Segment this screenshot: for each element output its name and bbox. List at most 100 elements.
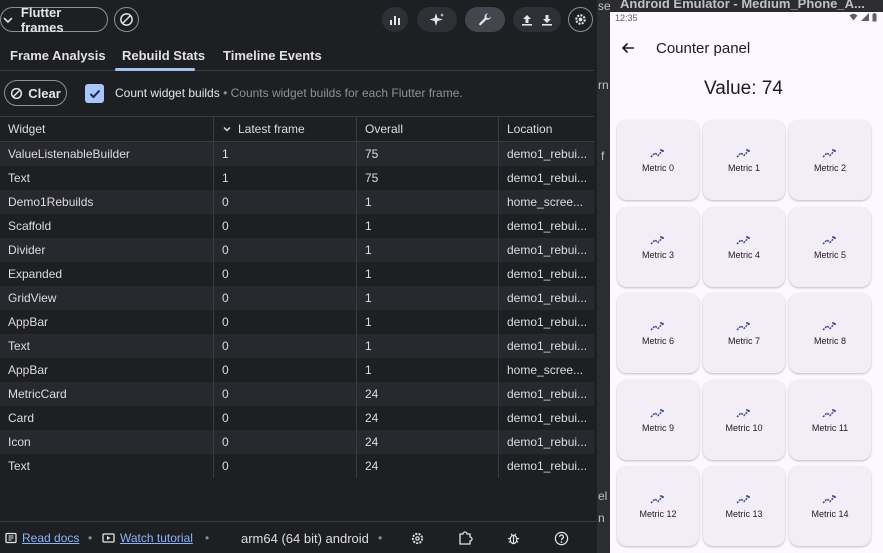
devtools-toolbar: Flutter frames	[0, 0, 597, 38]
flutter-frames-toggle[interactable]: Flutter frames	[0, 5, 108, 35]
metric-label: Metric 13	[725, 509, 763, 519]
table-row[interactable]: Text 1 75 demo1_rebui...	[0, 166, 594, 190]
cell-latest-frame: 0	[213, 406, 356, 430]
block-icon	[11, 87, 23, 99]
table-row[interactable]: Divider 0 1 demo1_rebui...	[0, 238, 594, 262]
header-overall[interactable]: Overall	[356, 117, 498, 141]
trending-up-icon	[822, 408, 836, 418]
metric-card[interactable]: Metric 6	[617, 293, 699, 373]
tab-bar: Frame Analysis Rebuild Stats Timeline Ev…	[0, 42, 594, 71]
header-latest-frame-label: Latest frame	[238, 122, 305, 136]
tab-rebuild-stats[interactable]: Rebuild Stats	[122, 48, 205, 63]
tab-frame-analysis[interactable]: Frame Analysis	[10, 48, 106, 63]
background-text: n	[598, 511, 605, 525]
plugin-button[interactable]	[457, 522, 473, 553]
trending-up-icon	[650, 495, 664, 504]
cell-overall: 24	[356, 382, 498, 406]
performance-overlay-button[interactable]	[382, 7, 408, 32]
read-docs-link[interactable]: Read docs	[5, 522, 79, 553]
table-row[interactable]: Icon 0 24 demo1_rebui...	[0, 430, 594, 454]
gear-button[interactable]	[568, 7, 593, 32]
count-widget-builds-label: Count widget builds • Counts widget buil…	[115, 86, 463, 100]
table-row[interactable]: AppBar 0 1 home_scree...	[0, 358, 594, 382]
upload-icon[interactable]	[520, 13, 534, 27]
tab-timeline-events[interactable]: Timeline Events	[223, 48, 322, 63]
metric-card[interactable]: Metric 5	[789, 206, 871, 287]
gear-icon	[575, 14, 586, 25]
metric-card[interactable]: Metric 0	[617, 120, 699, 200]
clear-frames-button[interactable]	[114, 7, 139, 32]
download-icon[interactable]	[540, 13, 554, 27]
cell-widget: Icon	[8, 435, 31, 449]
metric-label: Metric 12	[639, 509, 677, 519]
cell-widget: Text	[8, 339, 31, 353]
metric-card[interactable]: Metric 12	[617, 466, 699, 546]
cell-location: demo1_rebui...	[498, 334, 594, 358]
report-bug-button[interactable]	[506, 522, 521, 553]
metric-card[interactable]: Metric 14	[789, 466, 871, 546]
metric-card[interactable]: Metric 8	[789, 293, 871, 373]
metric-card[interactable]: Metric 9	[617, 379, 699, 460]
table-row[interactable]: Expanded 0 1 demo1_rebui...	[0, 262, 594, 286]
table-row[interactable]: Scaffold 0 1 demo1_rebui...	[0, 214, 594, 238]
table-row[interactable]: MetricCard 0 24 demo1_rebui...	[0, 382, 594, 406]
trending-up-icon	[822, 149, 836, 158]
gear-icon	[411, 532, 424, 544]
table-row[interactable]: AppBar 0 1 demo1_rebui...	[0, 310, 594, 334]
background-text: se	[598, 0, 610, 13]
table-row[interactable]: Demo1Rebuilds 0 1 home_scree...	[0, 190, 594, 214]
trending-up-icon	[650, 235, 664, 245]
metric-card[interactable]: Metric 10	[703, 379, 785, 460]
cell-location: demo1_rebui...	[498, 286, 594, 310]
header-location[interactable]: Location	[498, 117, 594, 141]
help-icon	[554, 531, 569, 545]
metric-card[interactable]: Metric 1	[703, 120, 785, 200]
header-latest-frame[interactable]: Latest frame	[213, 117, 356, 141]
help-button[interactable]	[554, 522, 569, 553]
cell-latest-frame: 1	[213, 142, 356, 166]
active-tab-indicator	[115, 68, 195, 71]
ai-assist-button[interactable]	[417, 7, 457, 32]
metric-card[interactable]: Metric 11	[789, 379, 871, 460]
block-icon	[120, 13, 133, 26]
rebuild-stats-table: Widget Latest frame Overall Location Val…	[0, 116, 594, 478]
table-header: Widget Latest frame Overall Location	[0, 116, 594, 142]
cell-widget: Expanded	[8, 267, 63, 281]
check-icon	[89, 89, 100, 98]
cell-overall: 1	[356, 334, 498, 358]
clear-button[interactable]: Clear	[4, 80, 67, 106]
settings-button[interactable]	[410, 522, 425, 553]
table-body: ValueListenableBuilder 1 75 demo1_rebui... T…	[0, 142, 594, 478]
cell-location: demo1_rebui...	[498, 142, 594, 166]
checkbox-title: Count widget builds	[115, 86, 220, 100]
separator-dot: •	[378, 531, 383, 545]
back-arrow-icon[interactable]	[621, 41, 635, 55]
background-text: el	[598, 489, 608, 503]
metric-card[interactable]: Metric 7	[703, 293, 785, 373]
phone-screen: 12:35 Counter panel Value: 74 Metric 0 Me…	[610, 12, 883, 553]
metric-card[interactable]: Metric 3	[617, 206, 699, 287]
table-row[interactable]: Card 0 24 demo1_rebui...	[0, 406, 594, 430]
table-row[interactable]: Text 0 1 demo1_rebui...	[0, 334, 594, 358]
cell-latest-frame: 0	[213, 382, 356, 406]
app-title: Counter panel	[656, 40, 751, 57]
metric-label: Metric 14	[811, 509, 849, 519]
cell-location: demo1_rebui...	[498, 382, 594, 406]
metric-card[interactable]: Metric 13	[703, 466, 785, 546]
bar-chart-icon	[390, 15, 400, 25]
cell-location: home_scree...	[498, 358, 594, 382]
devtools-panel: Flutter frames Frame Analysis Rebuild St…	[0, 0, 597, 553]
count-widget-builds-checkbox[interactable]	[85, 84, 104, 103]
metric-card[interactable]: Metric 4	[703, 206, 785, 287]
bug-icon	[507, 533, 520, 544]
table-row[interactable]: GridView 0 1 demo1_rebui...	[0, 286, 594, 310]
watch-tutorial-link[interactable]: Watch tutorial	[102, 522, 193, 553]
header-widget[interactable]: Widget	[0, 117, 213, 141]
read-docs-label[interactable]: Read docs	[22, 531, 79, 545]
cell-overall: 75	[356, 166, 498, 190]
settings-tools-button[interactable]	[465, 7, 505, 32]
metric-card[interactable]: Metric 2	[789, 120, 871, 200]
table-row[interactable]: Text 0 24 demo1_rebui...	[0, 454, 594, 478]
watch-tutorial-label[interactable]: Watch tutorial	[120, 531, 193, 545]
table-row[interactable]: ValueListenableBuilder 1 75 demo1_rebui...	[0, 142, 594, 166]
